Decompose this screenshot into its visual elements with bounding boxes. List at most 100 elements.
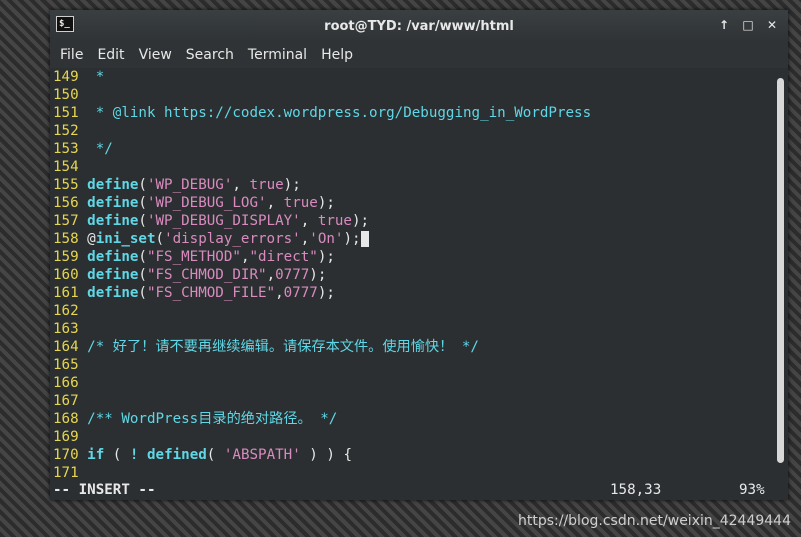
code-token: , — [232, 177, 250, 193]
code-line: 169 — [53, 428, 768, 446]
line-number: 161 — [53, 285, 79, 301]
code-line: 154 — [53, 158, 768, 176]
code-token: , — [300, 213, 318, 229]
code-token: "FS_CHMOD_FILE" — [146, 285, 276, 301]
code-token: 'ABSPATH' — [223, 447, 301, 463]
code-token: 0777 — [283, 285, 318, 301]
code-token: ( — [206, 447, 224, 463]
code-token: 0777 — [275, 267, 310, 283]
code-token: ); — [317, 285, 335, 301]
code-token: /** WordPress目录的绝对路径。 */ — [87, 411, 338, 427]
vim-status-bar: -- INSERT -- 158,33 93% — [53, 480, 768, 500]
watermark: https://blog.csdn.net/weixin_42449444 — [517, 513, 791, 529]
code-token: ini_set — [95, 231, 156, 247]
code-token: , — [300, 231, 310, 247]
code-token: * @link https://codex.wordpress.org/Debu… — [87, 105, 592, 121]
code-token: "FS_CHMOD_DIR" — [146, 267, 267, 283]
code-token: 'WP_DEBUG_DISPLAY' — [146, 213, 301, 229]
line-number: 160 — [53, 267, 79, 283]
code-token: ); — [317, 249, 335, 265]
line-number: 168 — [53, 411, 79, 427]
line-number: 171 — [53, 465, 79, 481]
vim-mode: -- INSERT -- — [53, 482, 156, 498]
code-line: 152 — [53, 122, 768, 140]
code-line: 150 — [53, 86, 768, 104]
code-line: 158 @ini_set('display_errors','On'); — [53, 230, 768, 248]
code-token: "direct" — [249, 249, 318, 265]
code-token: ( — [155, 231, 165, 247]
code-line: 163 — [53, 320, 768, 338]
line-number: 155 — [53, 177, 79, 193]
code-token: ); — [343, 231, 361, 247]
line-number: 150 — [53, 87, 79, 103]
code-line: 164 /* 好了！请不要再继续编辑。请保存本文件。使用愉快！ */ — [53, 338, 768, 356]
code-token: * — [87, 69, 105, 85]
text-cursor — [360, 231, 370, 247]
line-number: 156 — [53, 195, 79, 211]
code-line: 165 — [53, 356, 768, 374]
code-token: , — [266, 195, 284, 211]
code-token: ); — [317, 195, 335, 211]
menu-search[interactable]: Search — [179, 47, 241, 63]
cursor-position: 158,33 — [610, 482, 662, 498]
code-token: 'display_errors' — [164, 231, 301, 247]
code-token: define — [87, 177, 139, 193]
editor-lines: 149 * 150 151 * @link https://codex.wordp… — [53, 68, 768, 482]
code-token: define — [87, 285, 139, 301]
maximize-icon[interactable]: □ — [740, 17, 756, 33]
code-line: 160 define("FS_CHMOD_DIR",0777); — [53, 266, 768, 284]
menu-file[interactable]: File — [53, 47, 90, 63]
scrollbar-thumb[interactable] — [777, 78, 784, 464]
line-number: 163 — [53, 321, 79, 337]
menu-bar: File Edit View Search Terminal Help — [50, 42, 788, 68]
line-number: 165 — [53, 357, 79, 373]
close-icon[interactable]: ✕ — [764, 17, 780, 33]
terminal-icon[interactable]: $_ — [56, 16, 74, 32]
code-token: ( — [138, 249, 147, 265]
code-token: 'WP_DEBUG_LOG' — [146, 195, 267, 211]
code-token: define — [87, 213, 139, 229]
code-token: defined — [146, 447, 207, 463]
menu-edit[interactable]: Edit — [90, 47, 131, 63]
scrollbar[interactable] — [777, 78, 784, 492]
line-number: 167 — [53, 393, 79, 409]
code-token: "FS_METHOD" — [146, 249, 241, 265]
window-title: root@TYD: /var/www/html — [324, 18, 514, 34]
keep-above-icon[interactable]: ↑ — [716, 17, 732, 33]
code-token: ( — [138, 195, 147, 211]
terminal-window: $_ root@TYD: /var/www/html ↑ □ ✕ File Ed… — [50, 10, 788, 500]
line-number: 162 — [53, 303, 79, 319]
line-number: 149 — [53, 69, 79, 85]
code-line: 157 define('WP_DEBUG_DISPLAY', true); — [53, 212, 768, 230]
menu-terminal[interactable]: Terminal — [241, 47, 314, 63]
code-line: 166 — [53, 374, 768, 392]
code-token: ); — [309, 267, 327, 283]
code-token: 'On' — [309, 231, 344, 247]
line-number: 170 — [53, 447, 79, 463]
line-number: 153 — [53, 141, 79, 157]
code-line: 170 if ( ! defined( 'ABSPATH' ) ) { — [53, 446, 768, 464]
menu-help[interactable]: Help — [314, 47, 360, 63]
code-line: 159 define("FS_METHOD","direct"); — [53, 248, 768, 266]
code-line: 156 define('WP_DEBUG_LOG', true); — [53, 194, 768, 212]
line-number: 154 — [53, 159, 79, 175]
terminal-content[interactable]: 149 * 150 151 * @link https://codex.wordp… — [50, 68, 788, 500]
code-line: 155 define('WP_DEBUG', true); — [53, 176, 768, 194]
line-number: 159 — [53, 249, 79, 265]
code-token: ); — [283, 177, 301, 193]
code-line: 168 /** WordPress目录的绝对路径。 */ — [53, 410, 768, 428]
code-token: ) ) { — [300, 447, 352, 463]
title-bar[interactable]: $_ root@TYD: /var/www/html ↑ □ ✕ — [50, 10, 788, 42]
code-line: 162 — [53, 302, 768, 320]
code-token: ( — [104, 447, 130, 463]
line-number: 158 — [53, 231, 79, 247]
code-line: 149 * — [53, 68, 768, 86]
line-number: 151 — [53, 105, 79, 121]
code-token: 'WP_DEBUG' — [146, 177, 233, 193]
code-token: @ — [87, 231, 96, 247]
line-number: 157 — [53, 213, 79, 229]
code-token: true — [249, 177, 284, 193]
code-token: define — [87, 249, 139, 265]
menu-view[interactable]: View — [132, 47, 179, 63]
